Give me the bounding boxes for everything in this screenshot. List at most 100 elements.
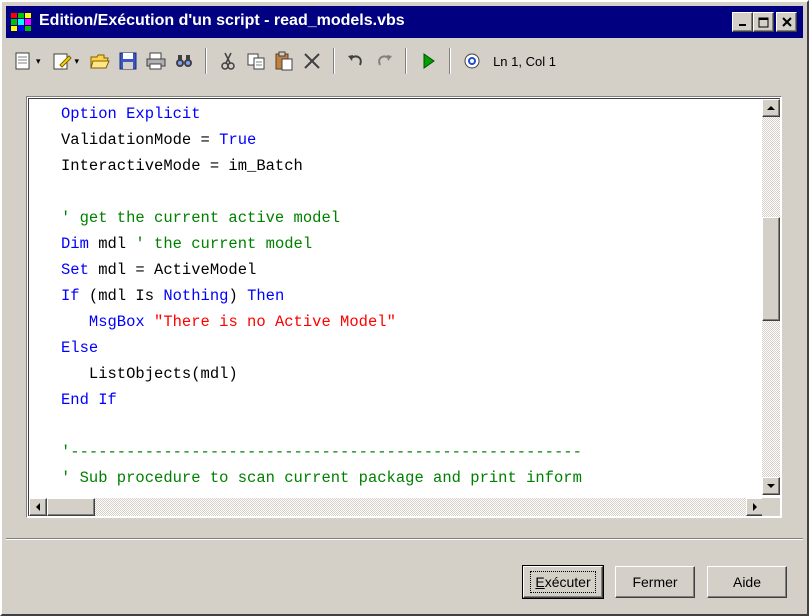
new-button[interactable]: ▾: [12, 47, 45, 75]
close-icon: [781, 17, 792, 27]
print-button[interactable]: [145, 47, 167, 75]
window-title: Edition/Exécution d'un script - read_mod…: [39, 12, 405, 29]
copy-icon: [247, 53, 265, 70]
code-line: Dim mdl ' the current model: [61, 231, 764, 257]
find-icon: [176, 55, 193, 67]
execute-accelerator: E: [535, 574, 545, 590]
toolbar-separator: [205, 48, 208, 74]
delete-button[interactable]: [301, 47, 323, 75]
title-bar[interactable]: Edition/Exécution d'un script - read_mod…: [6, 6, 803, 38]
toolbar: ▾ ▾ Ln 1, Col 1: [6, 42, 803, 80]
code-line: '---------------------------------------…: [61, 439, 764, 465]
run-button[interactable]: [417, 47, 439, 75]
edit-icon: [53, 53, 72, 70]
code-editor[interactable]: Option Explicit ValidationMode = True Inte…: [26, 96, 782, 518]
code-text: ListObjects(mdl): [61, 365, 238, 383]
delete-icon: [304, 53, 320, 69]
code-comment: '---------------------------------------…: [61, 443, 582, 461]
code-keyword: Dim: [61, 235, 89, 253]
vertical-scroll-thumb[interactable]: [762, 217, 780, 321]
code-keyword: Then: [247, 287, 285, 305]
maximize-button[interactable]: [753, 12, 774, 32]
code-keyword: End If: [61, 391, 117, 409]
execute-label-rest: xécuter: [544, 574, 591, 590]
help-dialog-button[interactable]: Aide: [707, 566, 787, 598]
paste-button[interactable]: [273, 47, 295, 75]
horizontal-scroll-thumb[interactable]: [47, 498, 95, 516]
horizontal-scrollbar[interactable]: [29, 498, 764, 516]
code-text-area[interactable]: Option Explicit ValidationMode = True Inte…: [29, 99, 764, 495]
code-line: ' and call again the same sub procedure …: [61, 491, 764, 495]
find-button[interactable]: [173, 47, 195, 75]
undo-button[interactable]: [345, 47, 367, 75]
code-editor-inner: Option Explicit ValidationMode = True Inte…: [28, 98, 780, 516]
code-text: mdl: [88, 235, 136, 253]
code-line: If (mdl Is Nothing) Then: [61, 283, 764, 309]
undo-icon: [348, 55, 362, 66]
execute-button-label: Exécuter: [530, 571, 596, 593]
paste-icon: [275, 51, 293, 71]
code-line: End If: [61, 387, 764, 413]
maximize-icon: [758, 17, 769, 27]
close-window-button[interactable]: [776, 12, 797, 32]
redo-button[interactable]: [373, 47, 395, 75]
minimize-button[interactable]: [732, 12, 753, 32]
arrow-up-icon: [767, 106, 775, 110]
print-icon: [146, 52, 166, 70]
arrow-left-icon: [36, 503, 40, 511]
code-text: (mdl Is: [79, 287, 164, 305]
code-comment: ' get the current active model: [61, 209, 341, 227]
code-line: ' Sub procedure to scan current package …: [61, 465, 764, 491]
scroll-down-button[interactable]: [762, 477, 780, 495]
divider: [6, 538, 803, 540]
code-line: Set mdl = ActiveModel: [61, 257, 764, 283]
code-line: Option Explicit: [61, 101, 764, 127]
window-controls: [732, 12, 797, 32]
code-line: InteractiveMode = im_Batch: [61, 153, 764, 179]
code-text: mdl = ActiveModel: [88, 261, 257, 279]
toolbar-separator: [449, 48, 452, 74]
app-icon: [11, 13, 31, 31]
cut-icon: [221, 52, 235, 70]
scrollbar-corner: [762, 498, 780, 516]
vertical-scrollbar[interactable]: [762, 99, 780, 495]
save-button[interactable]: [117, 47, 139, 75]
code-keyword: Else: [61, 339, 99, 357]
code-keyword: Option Explicit: [61, 105, 201, 123]
toolbar-separator: [333, 48, 336, 74]
scroll-up-button[interactable]: [762, 99, 780, 117]
chevron-down-icon: ▾: [74, 55, 80, 66]
open-button[interactable]: [89, 47, 111, 75]
minimize-icon: [738, 24, 746, 26]
execute-button[interactable]: Exécuter: [522, 565, 604, 599]
help-button[interactable]: [461, 47, 483, 75]
open-folder-icon: [90, 54, 110, 69]
code-text: ValidationMode =: [61, 131, 220, 149]
scroll-left-button[interactable]: [29, 498, 47, 516]
code-line: ListObjects(mdl): [61, 361, 764, 387]
script-editor-window: Edition/Exécution d'un script - read_mod…: [0, 0, 809, 616]
code-line: MsgBox "There is no Active Model": [61, 309, 764, 335]
cut-button[interactable]: [217, 47, 239, 75]
arrow-down-icon: [767, 484, 775, 488]
redo-icon: [378, 55, 393, 66]
code-keyword: If: [61, 287, 80, 305]
code-text: InteractiveMode = im_Batch: [61, 157, 303, 175]
code-keyword: Nothing: [163, 287, 229, 305]
code-keyword: True: [219, 131, 257, 149]
edit-button[interactable]: ▾: [51, 47, 84, 75]
copy-button[interactable]: [245, 47, 267, 75]
run-icon: [423, 53, 435, 69]
code-text: ): [228, 287, 248, 305]
arrow-right-icon: [753, 503, 757, 511]
code-line: ValidationMode = True: [61, 127, 764, 153]
close-button[interactable]: Fermer: [615, 566, 695, 598]
code-keyword: MsgBox: [88, 313, 145, 331]
cursor-position: Ln 1, Col 1: [493, 53, 556, 69]
code-string: "There is no Active Model": [154, 313, 396, 331]
toolbar-separator: [405, 48, 408, 74]
new-icon: [15, 52, 30, 70]
